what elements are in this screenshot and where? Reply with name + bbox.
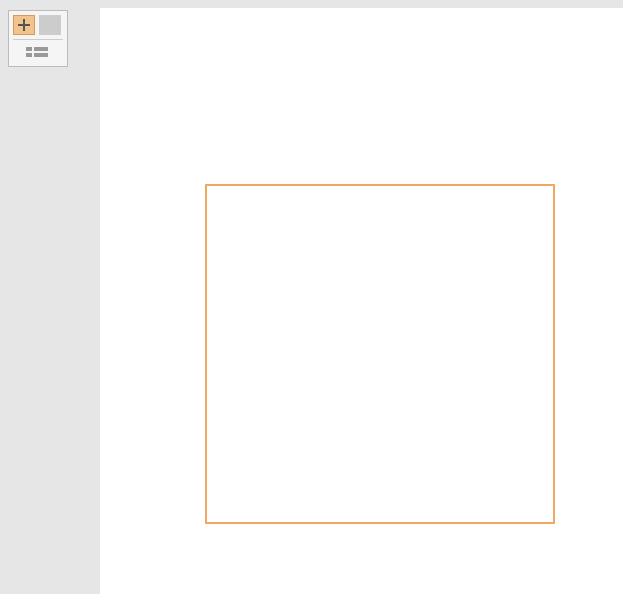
- block-tool-button[interactable]: [39, 15, 61, 35]
- table-icon: [26, 47, 48, 57]
- canvas-area[interactable]: [100, 8, 623, 594]
- tool-palette: [8, 10, 68, 67]
- insert-tool-button[interactable]: [13, 15, 35, 35]
- palette-divider: [13, 39, 63, 40]
- selected-rectangle[interactable]: [205, 184, 555, 524]
- plus-icon: [18, 19, 30, 31]
- palette-row-1: [13, 15, 63, 35]
- palette-row-2: [13, 42, 63, 62]
- table-tool-button[interactable]: [13, 42, 61, 62]
